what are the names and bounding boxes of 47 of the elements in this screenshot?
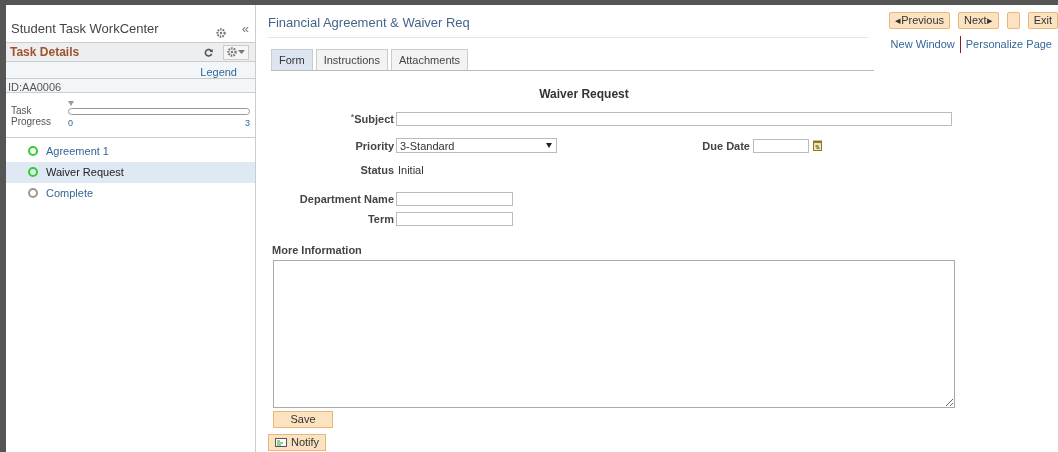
- page-title: Financial Agreement & Waiver Req: [268, 15, 470, 30]
- due-date-field[interactable]: [753, 138, 809, 153]
- section-title: Task Details: [10, 44, 80, 61]
- progress-label: Task Progress: [11, 104, 52, 129]
- due-date-label: Due Date: [701, 138, 751, 154]
- legend-link[interactable]: Legend: [200, 66, 237, 78]
- caret-icon: [546, 143, 552, 149]
- term-label: Term: [366, 212, 395, 227]
- priority-dropdown[interactable]: 3-Standard: [396, 138, 557, 154]
- personalize-page-link[interactable]: Personalize Page: [959, 36, 1052, 53]
- progress-max: 3: [245, 117, 250, 130]
- more-information-label: More Information: [272, 242, 363, 258]
- collapse-icon[interactable]: «: [241, 18, 249, 38]
- status-label: Status: [359, 163, 395, 178]
- notify-button[interactable]: Notify: [268, 434, 327, 451]
- tab[interactable]: Attachments: [390, 48, 469, 70]
- progress-min: 0: [68, 117, 73, 130]
- subject-label: Subject: [354, 113, 394, 125]
- form-heading: Waiver Request: [539, 86, 629, 103]
- step-item[interactable]: Complete: [6, 182, 255, 204]
- actions-menu-button[interactable]: [223, 44, 249, 60]
- term-field[interactable]: [396, 212, 513, 227]
- refresh-icon[interactable]: [204, 47, 213, 57]
- save-button[interactable]: Save: [273, 411, 333, 428]
- step-item[interactable]: Agreement 1: [6, 140, 255, 162]
- caret-icon: [238, 49, 245, 55]
- notify-icon: [275, 438, 287, 447]
- department-name-label: Department Name: [298, 191, 395, 207]
- blank-button[interactable]: [1006, 12, 1020, 29]
- next-button[interactable]: Next▸: [958, 12, 999, 29]
- required-mark: *: [350, 112, 355, 122]
- settings-icon[interactable]: [215, 28, 226, 38]
- department-name-field[interactable]: [396, 191, 513, 206]
- exit-button[interactable]: Exit: [1027, 12, 1058, 29]
- tab[interactable]: Form: [271, 48, 313, 70]
- subject-field[interactable]: [396, 112, 952, 127]
- new-window-link[interactable]: New Window: [890, 36, 955, 53]
- priority-label: Priority: [354, 138, 395, 154]
- sidebar-title: Student Task WorkCenter: [11, 19, 159, 38]
- task-id: ID:AA0006: [8, 81, 62, 93]
- tab[interactable]: Instructions: [315, 48, 388, 70]
- step-item[interactable]: Waiver Request: [6, 161, 255, 183]
- calendar-icon[interactable]: [813, 140, 822, 152]
- status-value: Initial: [397, 163, 424, 178]
- previous-button[interactable]: ◂Previous: [889, 12, 951, 29]
- more-information-field[interactable]: [273, 260, 955, 408]
- progress-marker-icon: [68, 101, 74, 106]
